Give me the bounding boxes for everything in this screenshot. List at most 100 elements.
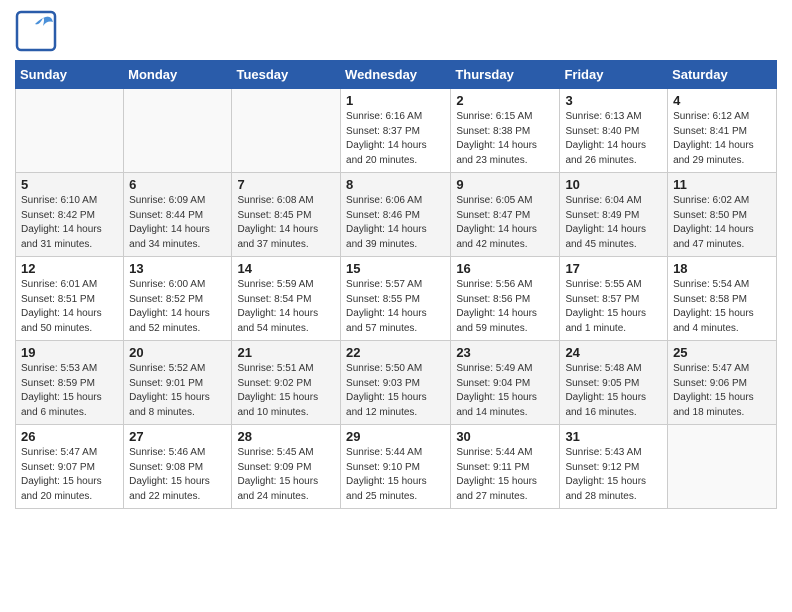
day-info: Sunrise: 6:15 AMSunset: 8:38 PMDaylight:…	[456, 110, 554, 168]
day-number: 2	[456, 93, 554, 108]
day-number: 13	[129, 261, 226, 276]
day-info: Sunrise: 6:09 AMSunset: 8:44 PMDaylight:…	[129, 194, 226, 252]
calendar-cell: 26 Sunrise: 5:47 AMSunset: 9:07 PMDayligh…	[16, 425, 124, 509]
calendar-cell: 15 Sunrise: 5:57 AMSunset: 8:55 PMDayligh…	[341, 257, 451, 341]
week-row-3: 12 Sunrise: 6:01 AMSunset: 8:51 PMDayligh…	[16, 257, 777, 341]
calendar-cell: 24 Sunrise: 5:48 AMSunset: 9:05 PMDayligh…	[560, 341, 668, 425]
calendar-cell: 17 Sunrise: 5:55 AMSunset: 8:57 PMDayligh…	[560, 257, 668, 341]
calendar-cell	[232, 89, 341, 173]
calendar-cell: 6Sunrise: 6:09 AMSunset: 8:44 PMDaylight…	[124, 173, 232, 257]
day-info: Sunrise: 6:00 AMSunset: 8:52 PMDaylight:…	[129, 278, 226, 336]
calendar-cell: 19 Sunrise: 5:53 AMSunset: 8:59 PMDayligh…	[16, 341, 124, 425]
calendar-cell: 22 Sunrise: 5:50 AMSunset: 9:03 PMDayligh…	[341, 341, 451, 425]
day-info: Sunrise: 5:54 AMSunset: 8:58 PMDaylight:…	[673, 278, 771, 336]
weekday-header-tuesday: Tuesday	[232, 61, 341, 89]
day-number: 28	[237, 429, 335, 444]
calendar-cell: 4 Sunrise: 6:12 AMSunset: 8:41 PMDaylight…	[668, 89, 777, 173]
day-number: 25	[673, 345, 771, 360]
day-info: Sunrise: 5:52 AMSunset: 9:01 PMDaylight:…	[129, 362, 226, 420]
day-info: Sunrise: 5:51 AMSunset: 9:02 PMDaylight:…	[237, 362, 335, 420]
day-number: 23	[456, 345, 554, 360]
day-info: Sunrise: 5:43 AMSunset: 9:12 PMDaylight:…	[565, 446, 662, 504]
day-info: Sunrise: 5:57 AMSunset: 8:55 PMDaylight:…	[346, 278, 445, 336]
calendar-cell: 25 Sunrise: 5:47 AMSunset: 9:06 PMDayligh…	[668, 341, 777, 425]
day-number: 8	[346, 177, 445, 192]
weekday-header-saturday: Saturday	[668, 61, 777, 89]
day-number: 14	[237, 261, 335, 276]
day-number: 15	[346, 261, 445, 276]
weekday-header-wednesday: Wednesday	[341, 61, 451, 89]
calendar-cell: 1 Sunrise: 6:16 AMSunset: 8:37 PMDaylight…	[341, 89, 451, 173]
day-info: Sunrise: 6:04 AMSunset: 8:49 PMDaylight:…	[565, 194, 662, 252]
calendar-cell: 20 Sunrise: 5:52 AMSunset: 9:01 PMDayligh…	[124, 341, 232, 425]
calendar-cell: 9 Sunrise: 6:05 AMSunset: 8:47 PMDaylight…	[451, 173, 560, 257]
day-info: Sunrise: 6:16 AMSunset: 8:37 PMDaylight:…	[346, 110, 445, 168]
day-info: Sunrise: 6:05 AMSunset: 8:47 PMDaylight:…	[456, 194, 554, 252]
calendar-cell: 29 Sunrise: 5:44 AMSunset: 9:10 PMDayligh…	[341, 425, 451, 509]
calendar-cell	[668, 425, 777, 509]
calendar-cell: 8Sunrise: 6:06 AMSunset: 8:46 PMDaylight…	[341, 173, 451, 257]
day-info: Sunrise: 5:48 AMSunset: 9:05 PMDaylight:…	[565, 362, 662, 420]
day-number: 16	[456, 261, 554, 276]
day-info: Sunrise: 5:47 AMSunset: 9:07 PMDaylight:…	[21, 446, 118, 504]
day-number: 11	[673, 177, 771, 192]
day-info: Sunrise: 5:47 AMSunset: 9:06 PMDaylight:…	[673, 362, 771, 420]
day-info: Sunrise: 6:02 AMSunset: 8:50 PMDaylight:…	[673, 194, 771, 252]
day-number: 9	[456, 177, 554, 192]
day-number: 19	[21, 345, 118, 360]
day-info: Sunrise: 5:46 AMSunset: 9:08 PMDaylight:…	[129, 446, 226, 504]
day-number: 24	[565, 345, 662, 360]
calendar-cell: 10 Sunrise: 6:04 AMSunset: 8:49 PMDayligh…	[560, 173, 668, 257]
day-number: 1	[346, 93, 445, 108]
day-info: Sunrise: 6:12 AMSunset: 8:41 PMDaylight:…	[673, 110, 771, 168]
day-info: Sunrise: 5:44 AMSunset: 9:11 PMDaylight:…	[456, 446, 554, 504]
week-row-1: 1 Sunrise: 6:16 AMSunset: 8:37 PMDaylight…	[16, 89, 777, 173]
calendar-cell: 30 Sunrise: 5:44 AMSunset: 9:11 PMDayligh…	[451, 425, 560, 509]
day-info: Sunrise: 6:13 AMSunset: 8:40 PMDaylight:…	[565, 110, 662, 168]
day-number: 31	[565, 429, 662, 444]
weekday-header-row: SundayMondayTuesdayWednesdayThursdayFrid…	[16, 61, 777, 89]
calendar-cell: 13 Sunrise: 6:00 AMSunset: 8:52 PMDayligh…	[124, 257, 232, 341]
day-number: 3	[565, 93, 662, 108]
day-info: Sunrise: 5:56 AMSunset: 8:56 PMDaylight:…	[456, 278, 554, 336]
weekday-header-sunday: Sunday	[16, 61, 124, 89]
weekday-header-monday: Monday	[124, 61, 232, 89]
calendar-header: SundayMondayTuesdayWednesdayThursdayFrid…	[16, 61, 777, 89]
day-info: Sunrise: 5:50 AMSunset: 9:03 PMDaylight:…	[346, 362, 445, 420]
day-info: Sunrise: 5:45 AMSunset: 9:09 PMDaylight:…	[237, 446, 335, 504]
day-number: 30	[456, 429, 554, 444]
calendar-cell: 3 Sunrise: 6:13 AMSunset: 8:40 PMDaylight…	[560, 89, 668, 173]
weekday-header-thursday: Thursday	[451, 61, 560, 89]
day-number: 29	[346, 429, 445, 444]
calendar-cell: 23 Sunrise: 5:49 AMSunset: 9:04 PMDayligh…	[451, 341, 560, 425]
day-number: 18	[673, 261, 771, 276]
day-number: 26	[21, 429, 118, 444]
week-row-4: 19 Sunrise: 5:53 AMSunset: 8:59 PMDayligh…	[16, 341, 777, 425]
day-number: 4	[673, 93, 771, 108]
calendar-cell: 31 Sunrise: 5:43 AMSunset: 9:12 PMDayligh…	[560, 425, 668, 509]
day-number: 20	[129, 345, 226, 360]
logo-icon	[15, 10, 57, 52]
calendar-cell: 11 Sunrise: 6:02 AMSunset: 8:50 PMDayligh…	[668, 173, 777, 257]
day-info: Sunrise: 5:55 AMSunset: 8:57 PMDaylight:…	[565, 278, 662, 336]
day-number: 21	[237, 345, 335, 360]
day-info: Sunrise: 5:53 AMSunset: 8:59 PMDaylight:…	[21, 362, 118, 420]
logo	[15, 10, 61, 52]
day-number: 7	[237, 177, 335, 192]
calendar-cell: 18 Sunrise: 5:54 AMSunset: 8:58 PMDayligh…	[668, 257, 777, 341]
day-info: Sunrise: 5:49 AMSunset: 9:04 PMDaylight:…	[456, 362, 554, 420]
day-number: 17	[565, 261, 662, 276]
day-info: Sunrise: 6:08 AMSunset: 8:45 PMDaylight:…	[237, 194, 335, 252]
day-info: Sunrise: 6:01 AMSunset: 8:51 PMDaylight:…	[21, 278, 118, 336]
day-number: 12	[21, 261, 118, 276]
calendar-cell: 2 Sunrise: 6:15 AMSunset: 8:38 PMDaylight…	[451, 89, 560, 173]
day-number: 10	[565, 177, 662, 192]
page-header	[15, 10, 777, 52]
day-info: Sunrise: 5:44 AMSunset: 9:10 PMDaylight:…	[346, 446, 445, 504]
calendar-cell: 7 Sunrise: 6:08 AMSunset: 8:45 PMDaylight…	[232, 173, 341, 257]
day-number: 22	[346, 345, 445, 360]
week-row-2: 5Sunrise: 6:10 AMSunset: 8:42 PMDaylight…	[16, 173, 777, 257]
calendar-cell	[124, 89, 232, 173]
day-number: 5	[21, 177, 118, 192]
calendar-cell: 16 Sunrise: 5:56 AMSunset: 8:56 PMDayligh…	[451, 257, 560, 341]
